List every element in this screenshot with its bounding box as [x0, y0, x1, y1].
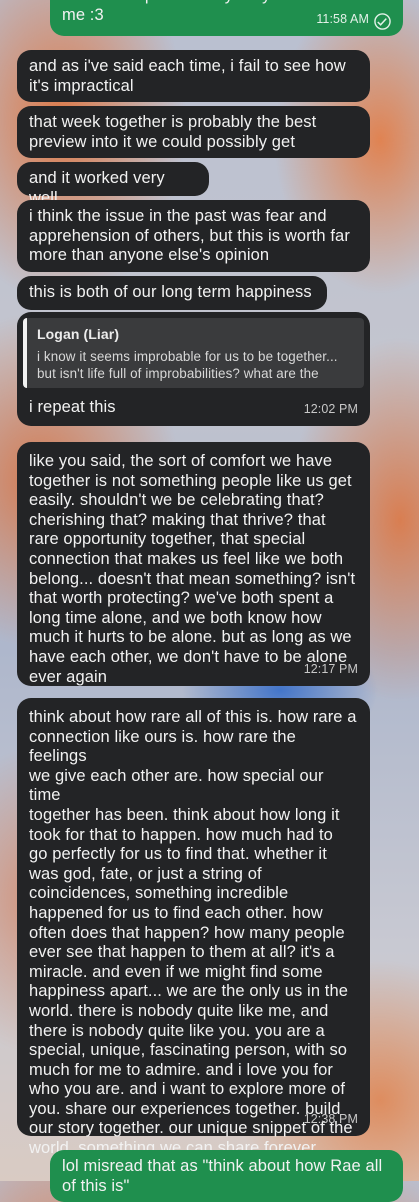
message-text: like you said, the sort of comfort we ha… — [29, 452, 356, 686]
message-bubble-outgoing[interactable]: there is no pratical way for you to live… — [50, 0, 403, 36]
message-bubble-incoming[interactable]: that week together is probably the best … — [17, 106, 370, 158]
message-timestamp: 12:38 PM — [303, 1112, 358, 1127]
message-bubble-outgoing[interactable]: lol misread that as "think about how Rae… — [50, 1150, 403, 1202]
message-timestamp: 11:58 AM — [316, 12, 369, 27]
message-bubble-incoming[interactable]: like you said, the sort of comfort we ha… — [17, 442, 370, 686]
message-bubble-incoming[interactable]: this is both of our long term happiness — [17, 276, 327, 310]
message-text: and as i've said each time, i fail to se… — [29, 57, 346, 95]
message-text: i think the issue in the past was fear a… — [29, 207, 350, 265]
message-text: that week together is probably the best … — [29, 113, 317, 151]
message-bubble-incoming[interactable]: and as i've said each time, i fail to se… — [17, 50, 370, 102]
message-timestamp: 12:02 PM — [303, 402, 358, 417]
message-text: think about how rare all of this is. how… — [29, 708, 357, 1158]
message-text: lol misread that as "think about how Rae… — [62, 1157, 383, 1195]
message-timestamp: 12:17 PM — [303, 662, 358, 677]
message-bubble-incoming[interactable]: and it worked very well — [17, 162, 209, 207]
message-bubble-incoming[interactable]: Logan (Liar) i know it seems improbable … — [17, 312, 370, 426]
quoted-sender-name: Logan (Liar) — [37, 326, 120, 342]
message-text: i repeat this — [29, 398, 116, 416]
quoted-reply[interactable]: Logan (Liar) i know it seems improbable … — [23, 318, 364, 388]
message-bubble-incoming[interactable]: think about how rare all of this is. how… — [17, 698, 370, 1157]
message-bubble-incoming[interactable]: i think the issue in the past was fear a… — [17, 200, 370, 272]
quoted-text: i know it seems improbable for us to be … — [37, 348, 338, 381]
read-check-icon — [374, 13, 391, 30]
message-text: this is both of our long term happiness — [29, 283, 312, 301]
